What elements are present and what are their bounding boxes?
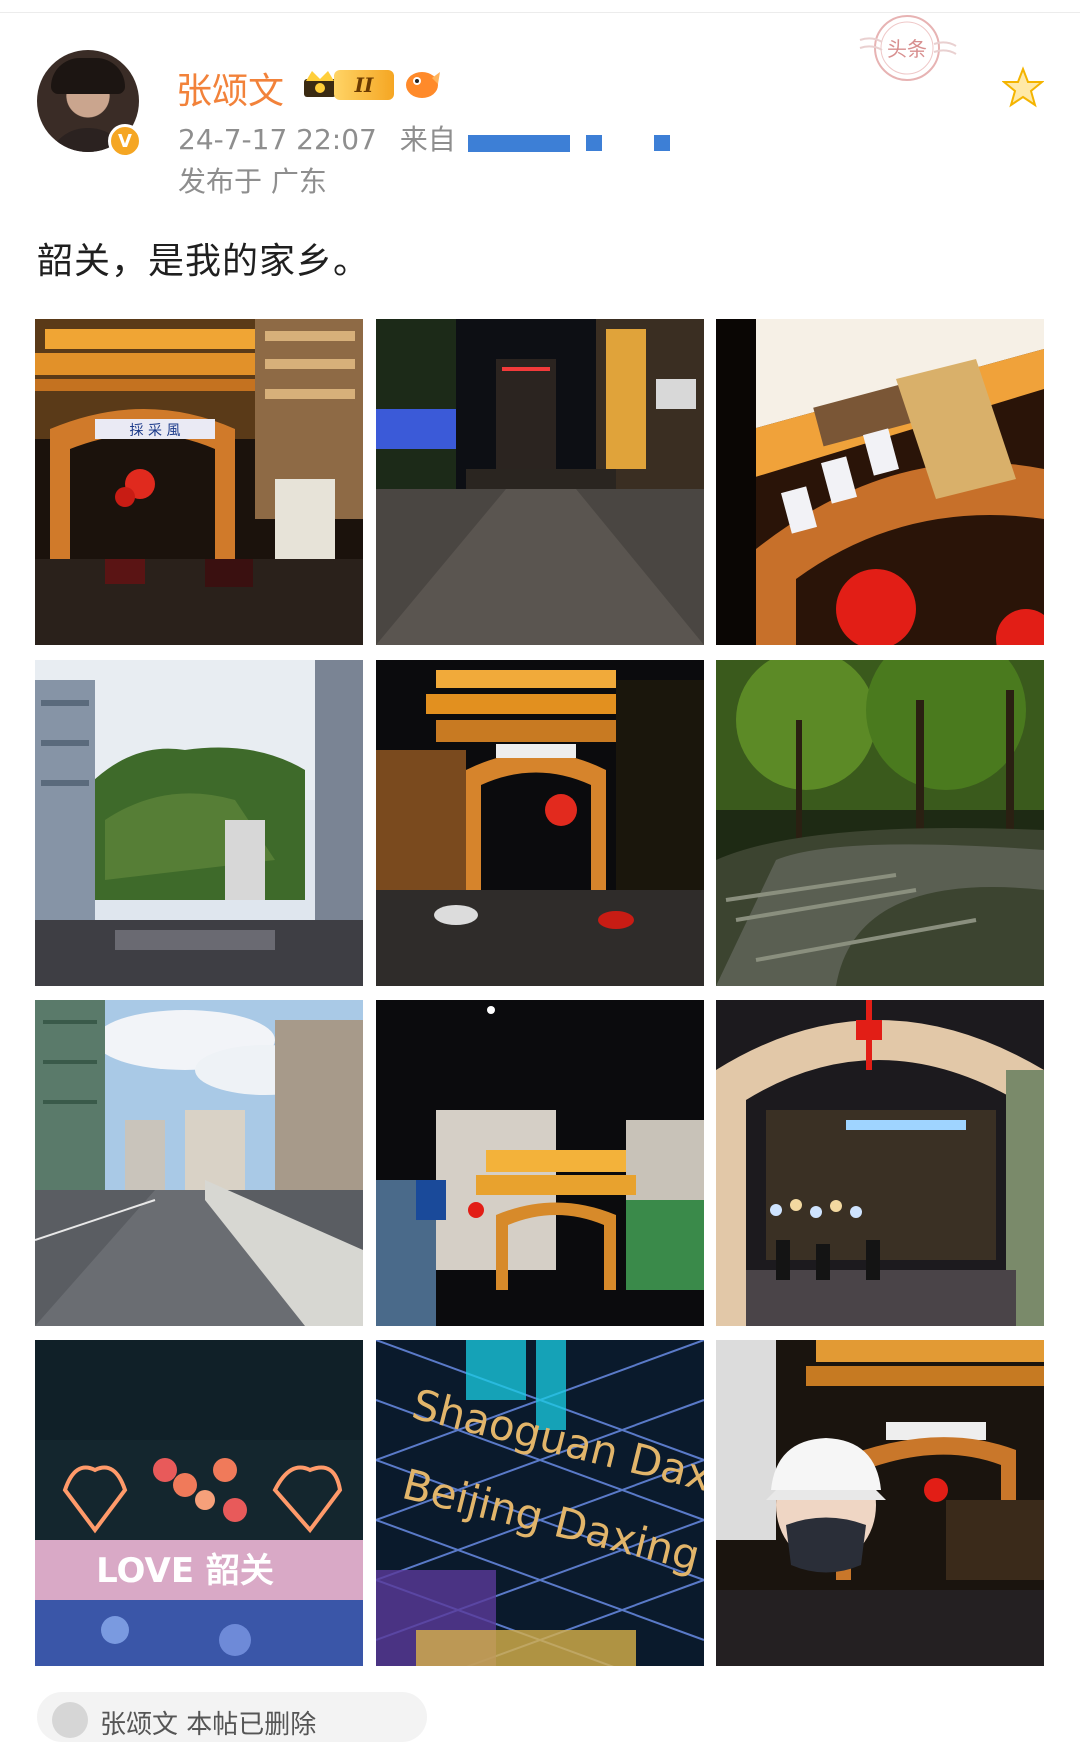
avatar-hair xyxy=(51,58,125,94)
commenter-avatar xyxy=(52,1702,88,1738)
post-image-11[interactable]: Shaoguan Daxia Beijing Daxing xyxy=(376,1340,704,1666)
post-image-2[interactable] xyxy=(376,319,704,645)
favorite-star-icon[interactable] xyxy=(1002,66,1044,108)
post-image-8[interactable] xyxy=(376,1000,704,1326)
fan-badge-icon[interactable] xyxy=(402,66,442,102)
gate-sign: 採 采 風 xyxy=(130,423,181,439)
post-image-3[interactable] xyxy=(716,319,1044,645)
post-location: 发布于 广东 xyxy=(178,165,327,198)
post-text: 韶关，是我的家乡。 xyxy=(37,241,371,282)
post-meta: 24-7-17 22:07 来自 xyxy=(178,118,456,158)
verified-badge-icon: V xyxy=(108,124,142,158)
post-image-4[interactable] xyxy=(35,660,363,986)
redacted-source xyxy=(654,135,670,151)
post-image-10[interactable]: LOVE 韶关 xyxy=(35,1340,363,1666)
post-image-9[interactable] xyxy=(716,1000,1044,1326)
stamp-label: 头条 xyxy=(887,37,927,61)
username[interactable]: 张颂文 xyxy=(176,62,284,114)
post-image-1[interactable]: 採 采 風 xyxy=(35,319,363,645)
post-image-7[interactable] xyxy=(35,1000,363,1326)
redacted-source xyxy=(468,135,570,152)
post-image-12[interactable] xyxy=(716,1340,1044,1666)
source-prefix: 来自 xyxy=(399,123,456,156)
crown-icon xyxy=(304,71,336,97)
headline-stamp-icon: 头条 xyxy=(859,15,957,81)
post-timestamp: 24-7-17 22:07 xyxy=(178,123,377,156)
post-image-5[interactable] xyxy=(376,660,704,986)
redacted-source xyxy=(586,135,602,151)
post-image-6[interactable] xyxy=(716,660,1044,986)
love-sign: LOVE 韶关 xyxy=(96,1551,274,1591)
member-level-badge[interactable]: II xyxy=(334,70,394,100)
comment-preview-text: 张颂文 本帖已删除 xyxy=(100,1710,317,1740)
